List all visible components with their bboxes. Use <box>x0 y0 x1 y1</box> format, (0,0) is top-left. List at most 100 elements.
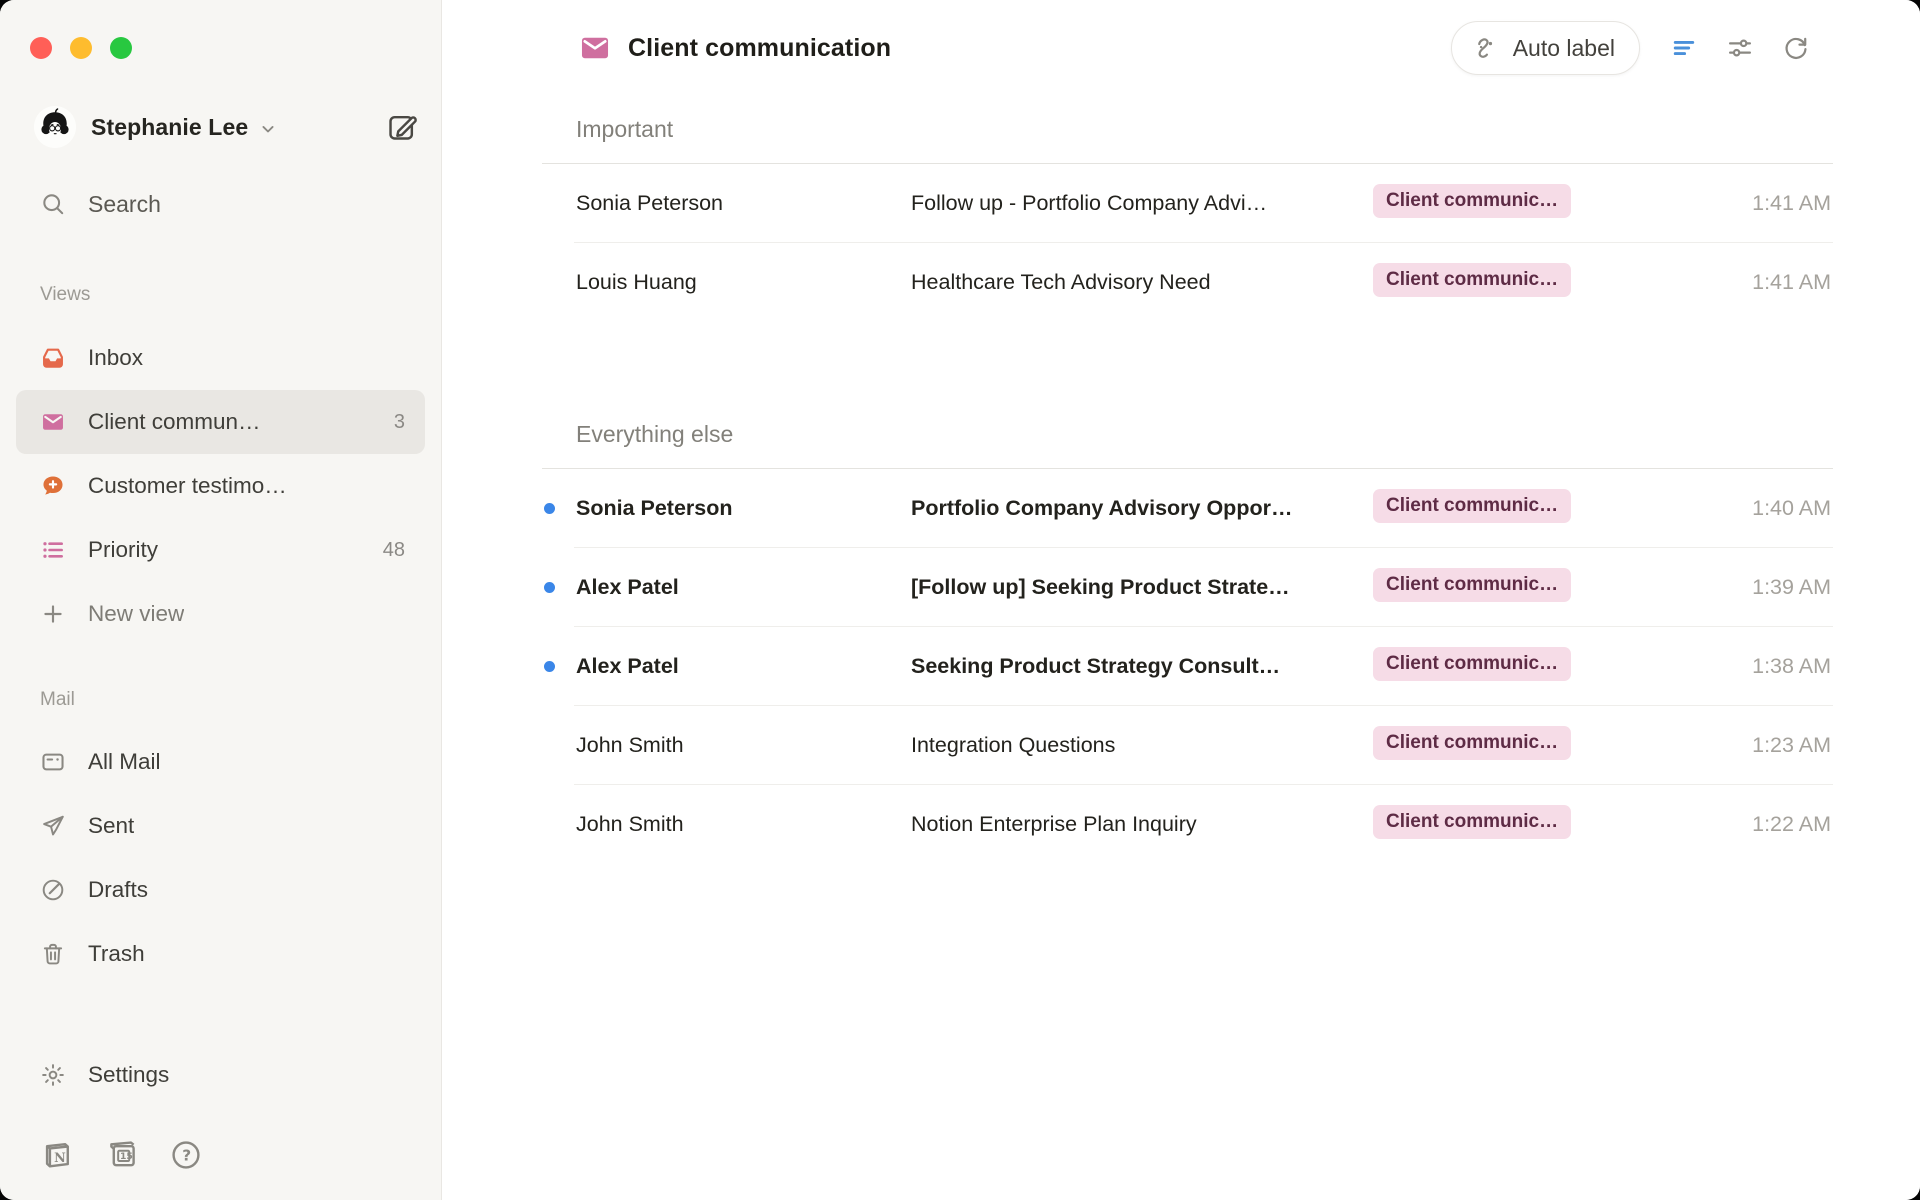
search-placeholder: Search <box>88 191 161 218</box>
envelope-icon <box>40 409 66 435</box>
sidebar-section-label-views: Views <box>40 281 441 309</box>
chat-plus-icon <box>40 473 66 499</box>
sidebar-item-client-communication[interactable]: Client commun… 3 <box>16 390 425 454</box>
sidebar-item-priority[interactable]: Priority 48 <box>16 518 425 582</box>
email-sender: Louis Huang <box>576 270 911 295</box>
email-sender: Alex Patel <box>576 575 911 600</box>
sidebar-item-label: All Mail <box>88 749 161 775</box>
email-section: ImportantSonia PetersonFollow up - Portf… <box>542 96 1833 321</box>
email-row[interactable]: Alex PatelSeeking Product Strategy Consu… <box>542 627 1833 705</box>
email-subject: Follow up - Portfolio Company Advi… <box>911 191 1373 216</box>
filter-icon <box>1670 34 1698 62</box>
sidebar-item-all-mail[interactable]: All Mail <box>16 730 425 794</box>
section-title: Everything else <box>542 401 1833 468</box>
notion-logo-icon[interactable]: N <box>40 1138 74 1172</box>
email-list: ImportantSonia PetersonFollow up - Portf… <box>542 96 1833 863</box>
sidebar-item-drafts[interactable]: Drafts <box>16 858 425 922</box>
email-row[interactable]: Sonia PetersonPortfolio Company Advisory… <box>542 469 1833 547</box>
minimize-button[interactable] <box>70 37 92 59</box>
plus-icon <box>40 601 66 627</box>
avatar <box>34 106 76 148</box>
email-subject: Seeking Product Strategy Consult… <box>911 654 1373 679</box>
account-name: Stephanie Lee <box>91 114 248 141</box>
svg-text:?: ? <box>182 1147 191 1165</box>
priority-icon <box>40 537 66 563</box>
email-row[interactable]: Alex Patel[Follow up] Seeking Product St… <box>542 548 1833 626</box>
email-sender: Sonia Peterson <box>576 496 911 521</box>
search-icon <box>40 191 66 217</box>
sidebar-item-label: Priority <box>88 537 158 563</box>
page-title: Client communication <box>628 34 891 63</box>
label-badge[interactable]: Client communic… <box>1373 263 1571 297</box>
label-column: Client communic… <box>1373 647 1615 686</box>
sidebar-item-customer-testimonials[interactable]: Customer testimo… <box>16 454 425 518</box>
sent-icon <box>40 813 66 839</box>
label-badge[interactable]: Client communic… <box>1373 184 1571 218</box>
email-row[interactable]: Sonia PetersonFollow up - Portfolio Comp… <box>542 164 1833 242</box>
auto-label-button[interactable]: Auto label <box>1451 21 1640 75</box>
label-badge[interactable]: Client communic… <box>1373 568 1571 602</box>
email-time: 1:39 AM <box>1615 575 1833 600</box>
sidebar-item-label: Sent <box>88 813 134 839</box>
main-content: Client communication Auto label <box>442 0 1920 1200</box>
email-time: 1:41 AM <box>1615 191 1833 216</box>
email-time: 1:38 AM <box>1615 654 1833 679</box>
help-icon[interactable]: ? <box>170 1139 202 1171</box>
email-sender: John Smith <box>576 733 911 758</box>
label-badge[interactable]: Client communic… <box>1373 489 1571 523</box>
all-mail-icon <box>40 749 66 775</box>
email-section: Everything elseSonia PetersonPortfolio C… <box>542 401 1833 863</box>
app-window: Stephanie Lee Search ViewsInboxClient co… <box>0 0 1920 1200</box>
email-time: 1:40 AM <box>1615 496 1833 521</box>
calendar-icon[interactable]: 15 <box>105 1138 139 1172</box>
auto-label-icon <box>1472 34 1500 62</box>
sidebar-item-label: Drafts <box>88 877 148 903</box>
account-switcher[interactable]: Stephanie Lee <box>34 100 417 154</box>
read-state-gutter <box>542 582 576 593</box>
sidebar-footer: N 15 ? <box>0 1125 441 1185</box>
sidebar-item-new-view[interactable]: New view <box>16 582 425 646</box>
sidebar-item-settings[interactable]: Settings <box>16 1043 425 1107</box>
label-column: Client communic… <box>1373 184 1615 223</box>
label-badge[interactable]: Client communic… <box>1373 726 1571 760</box>
label-badge[interactable]: Client communic… <box>1373 647 1571 681</box>
sidebar-item-label: New view <box>88 601 184 627</box>
gear-icon <box>40 1062 66 1088</box>
zoom-button[interactable] <box>110 37 132 59</box>
auto-label-button-label: Auto label <box>1513 35 1615 62</box>
email-sender: Alex Patel <box>576 654 911 679</box>
email-row[interactable]: John SmithNotion Enterprise Plan Inquiry… <box>542 785 1833 863</box>
email-time: 1:22 AM <box>1615 812 1833 837</box>
unread-count-badge: 3 <box>394 411 405 434</box>
display-settings-button[interactable] <box>1720 28 1760 68</box>
filter-button[interactable] <box>1664 28 1704 68</box>
refresh-button[interactable] <box>1776 28 1816 68</box>
refresh-icon <box>1782 34 1810 62</box>
sidebar-group-mail: Mail All Mail Sent Drafts Trash <box>0 686 441 986</box>
compose-icon[interactable] <box>386 112 417 143</box>
sidebar-group-views: Views Inbox Client commun… 3 Customer testim… <box>0 281 441 646</box>
email-subject: Portfolio Company Advisory Oppor… <box>911 496 1373 521</box>
sidebar-item-label: Customer testimo… <box>88 473 287 499</box>
unread-dot <box>544 582 555 593</box>
sidebar-item-label: Trash <box>88 941 145 967</box>
sliders-icon <box>1726 34 1754 62</box>
email-row[interactable]: John SmithIntegration QuestionsClient co… <box>542 706 1833 784</box>
search-input[interactable]: Search <box>16 178 425 230</box>
unread-dot <box>544 661 555 672</box>
sidebar-item-trash[interactable]: Trash <box>16 922 425 986</box>
sidebar-item-inbox[interactable]: Inbox <box>16 326 425 390</box>
label-badge[interactable]: Client communic… <box>1373 805 1571 839</box>
sidebar-item-label: Client commun… <box>88 409 261 435</box>
section-title: Important <box>542 96 1833 163</box>
sidebar-section-label-mail: Mail <box>40 686 441 714</box>
inbox-icon <box>40 345 66 371</box>
unread-count-badge: 48 <box>383 539 405 562</box>
label-column: Client communic… <box>1373 568 1615 607</box>
view-header: Client communication Auto label <box>442 0 1920 96</box>
chevron-down-icon <box>258 119 278 139</box>
close-button[interactable] <box>30 37 52 59</box>
email-row[interactable]: Louis HuangHealthcare Tech Advisory Need… <box>542 243 1833 321</box>
sidebar-item-sent[interactable]: Sent <box>16 794 425 858</box>
label-column: Client communic… <box>1373 489 1615 528</box>
